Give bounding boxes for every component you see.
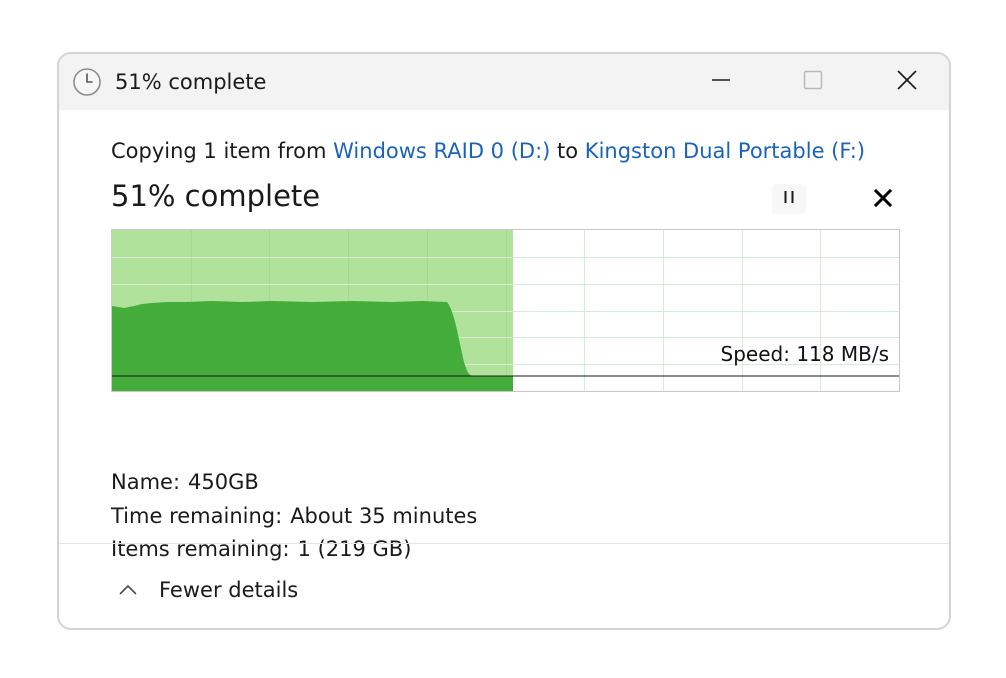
minimize-button[interactable] [699, 62, 743, 102]
progress-heading: 51% complete [111, 179, 321, 213]
copy-progress-dialog: 51% complete Copying 1 item from Windows… [57, 52, 951, 630]
time-remaining-label: Time remaining: [111, 504, 283, 528]
name-value: 450GB [188, 470, 259, 494]
name-label: Name: [111, 470, 181, 494]
detail-name: Name: 450GB [111, 467, 259, 497]
maximize-button[interactable] [791, 62, 835, 102]
dialog-body: Copying 1 item from Windows RAID 0 (D:) … [59, 110, 949, 628]
detail-time-remaining: Time remaining: About 35 minutes [111, 501, 477, 531]
pause-icon [781, 189, 797, 209]
detail-items-remaining: Items remaining: 1 (219 GB) [111, 534, 411, 564]
close-icon [896, 69, 918, 95]
title-bar[interactable]: 51% complete [59, 54, 949, 110]
minimize-icon [711, 70, 731, 94]
speed-graph-canvas [112, 230, 899, 391]
window-title: 51% complete [115, 70, 267, 94]
fewer-details-toggle[interactable]: Fewer details [115, 572, 298, 608]
items-remaining-label: Items remaining: [111, 537, 290, 561]
pause-button[interactable] [772, 184, 806, 214]
speed-label: Speed: 118 MB/s [720, 342, 889, 366]
fewer-details-label: Fewer details [159, 578, 299, 602]
cancel-button[interactable] [869, 186, 897, 214]
divider [59, 543, 949, 544]
clock-icon [72, 67, 102, 97]
speed-area [112, 301, 513, 391]
cancel-icon [873, 188, 893, 211]
chevron-up-icon [115, 580, 141, 600]
copy-prefix: Copying 1 item from [111, 139, 334, 163]
source-link[interactable]: Windows RAID 0 (D:) [333, 139, 550, 163]
destination-link[interactable]: Kingston Dual Portable (F:) [585, 139, 865, 163]
speed-graph: Speed: 118 MB/s [111, 229, 900, 392]
time-remaining-value: About 35 minutes [290, 504, 478, 528]
close-button[interactable] [885, 62, 929, 102]
copy-description: Copying 1 item from Windows RAID 0 (D:) … [111, 136, 865, 166]
maximize-icon [803, 70, 823, 94]
items-remaining-value: 1 (219 GB) [297, 537, 412, 561]
copy-middle: to [550, 139, 585, 163]
